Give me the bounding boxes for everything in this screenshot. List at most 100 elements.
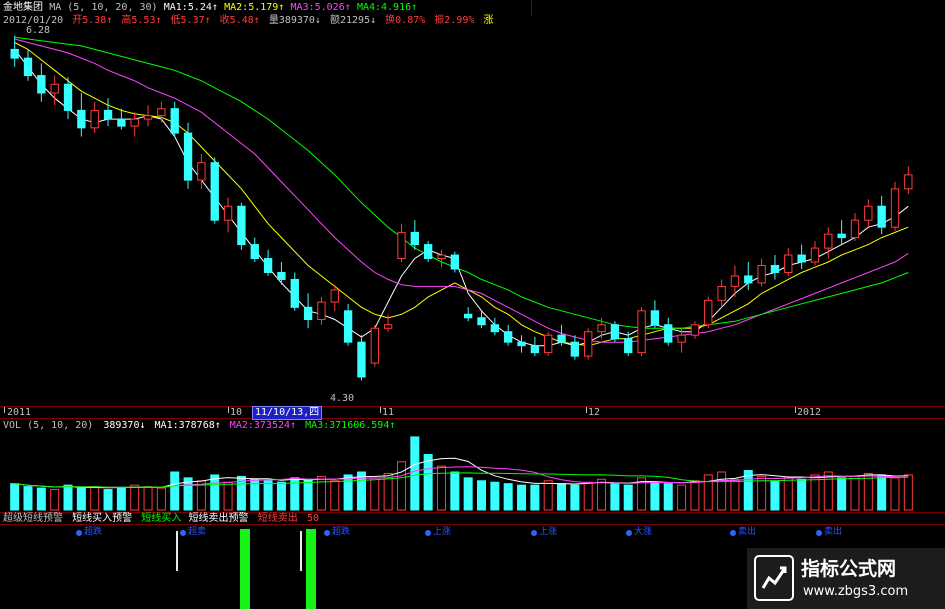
volume-bar <box>436 465 446 511</box>
candle[interactable] <box>370 324 379 367</box>
candle[interactable] <box>90 101 99 134</box>
axis-tick <box>586 407 587 413</box>
candle[interactable] <box>464 307 473 322</box>
candle[interactable] <box>717 279 726 308</box>
candle[interactable] <box>810 241 820 266</box>
candle[interactable] <box>357 335 366 381</box>
candle-body <box>317 301 326 321</box>
candle[interactable] <box>37 63 46 102</box>
candle[interactable] <box>770 255 780 280</box>
axis-tick <box>4 407 5 413</box>
candle-body <box>797 254 806 263</box>
candle[interactable] <box>23 49 33 81</box>
candle[interactable] <box>544 331 553 357</box>
price-chart[interactable] <box>0 24 945 404</box>
candle[interactable] <box>103 98 113 127</box>
candle-body <box>637 310 646 354</box>
candle[interactable] <box>890 181 900 231</box>
volume-bar <box>396 461 406 511</box>
candle[interactable] <box>223 197 233 233</box>
candle-body <box>157 108 166 117</box>
axis-tick <box>795 407 796 413</box>
candle[interactable] <box>317 296 326 325</box>
candle-body <box>610 324 620 340</box>
candle[interactable] <box>437 249 446 268</box>
volume-bar <box>276 481 286 511</box>
candle[interactable] <box>210 157 219 224</box>
candle[interactable] <box>117 108 126 130</box>
volume-bar <box>263 480 273 511</box>
volume-bar <box>10 483 20 511</box>
candle-body <box>517 341 526 347</box>
candle[interactable] <box>183 122 193 189</box>
candle-body <box>63 83 73 111</box>
candle[interactable] <box>704 296 713 329</box>
candle[interactable] <box>343 303 353 346</box>
marker-dot-icon <box>324 529 330 536</box>
candle[interactable] <box>757 258 766 287</box>
candle[interactable] <box>130 112 139 137</box>
indicator-marker: 上涨 <box>531 527 557 538</box>
candle[interactable] <box>10 35 19 67</box>
candle-body <box>370 327 379 364</box>
indicator-title[interactable]: 超级短线预警 <box>3 513 63 524</box>
candle[interactable] <box>904 166 913 195</box>
candle[interactable] <box>557 324 566 346</box>
candle[interactable] <box>250 237 259 263</box>
candle[interactable] <box>730 265 740 297</box>
candle[interactable] <box>690 321 700 339</box>
candle[interactable] <box>797 244 806 269</box>
candle[interactable] <box>143 105 153 127</box>
candle[interactable] <box>744 262 753 290</box>
candle-body <box>664 324 673 343</box>
candle[interactable] <box>877 195 886 235</box>
candle[interactable] <box>490 317 500 336</box>
candle[interactable] <box>170 101 179 137</box>
ma-header-row: 金地集团 MA (5, 10, 20, 30) MA1:5.24↑ MA2:5.… <box>3 2 417 14</box>
candle[interactable] <box>864 199 873 228</box>
candle[interactable] <box>504 324 513 346</box>
candle-body <box>904 174 913 190</box>
volume-chart[interactable] <box>0 432 945 512</box>
candle[interactable] <box>290 272 299 311</box>
candle[interactable] <box>664 317 673 346</box>
candle-body <box>343 310 353 343</box>
candle[interactable] <box>570 335 580 360</box>
candle[interactable] <box>77 92 86 137</box>
volume-bar <box>490 481 500 511</box>
candle[interactable] <box>650 300 660 329</box>
candle[interactable] <box>584 328 593 360</box>
candle[interactable] <box>157 101 166 123</box>
candle[interactable] <box>277 262 286 285</box>
candle-body <box>250 244 259 260</box>
stock-name[interactable]: 金地集团 <box>3 2 43 13</box>
candle-body <box>77 109 86 129</box>
candle[interactable] <box>624 331 633 357</box>
axis-cursor-date[interactable]: 11/10/13,四 <box>252 406 323 420</box>
candle[interactable] <box>850 213 860 242</box>
candle[interactable] <box>263 249 273 276</box>
candle[interactable] <box>63 77 73 120</box>
candle-body <box>890 188 900 228</box>
buy-signal-bar <box>240 529 250 609</box>
candle[interactable] <box>410 220 419 250</box>
candle-body <box>103 109 113 120</box>
volume-bar <box>543 480 553 511</box>
candle[interactable] <box>610 321 620 343</box>
candle[interactable] <box>517 335 526 353</box>
candle[interactable] <box>397 223 406 263</box>
candle[interactable] <box>824 227 833 259</box>
volume-bar <box>143 486 153 511</box>
candle-body <box>357 341 366 378</box>
candle[interactable] <box>530 336 540 357</box>
candle[interactable] <box>303 293 313 329</box>
candle[interactable] <box>637 307 646 357</box>
candle-body <box>624 338 633 354</box>
volume-bar <box>423 453 433 511</box>
ma4-value: MA4:4.916↑ <box>356 2 418 13</box>
candle[interactable] <box>423 241 433 263</box>
candle[interactable] <box>784 248 793 276</box>
candle[interactable] <box>237 202 246 250</box>
candle[interactable] <box>837 220 846 245</box>
candle[interactable] <box>450 251 459 273</box>
